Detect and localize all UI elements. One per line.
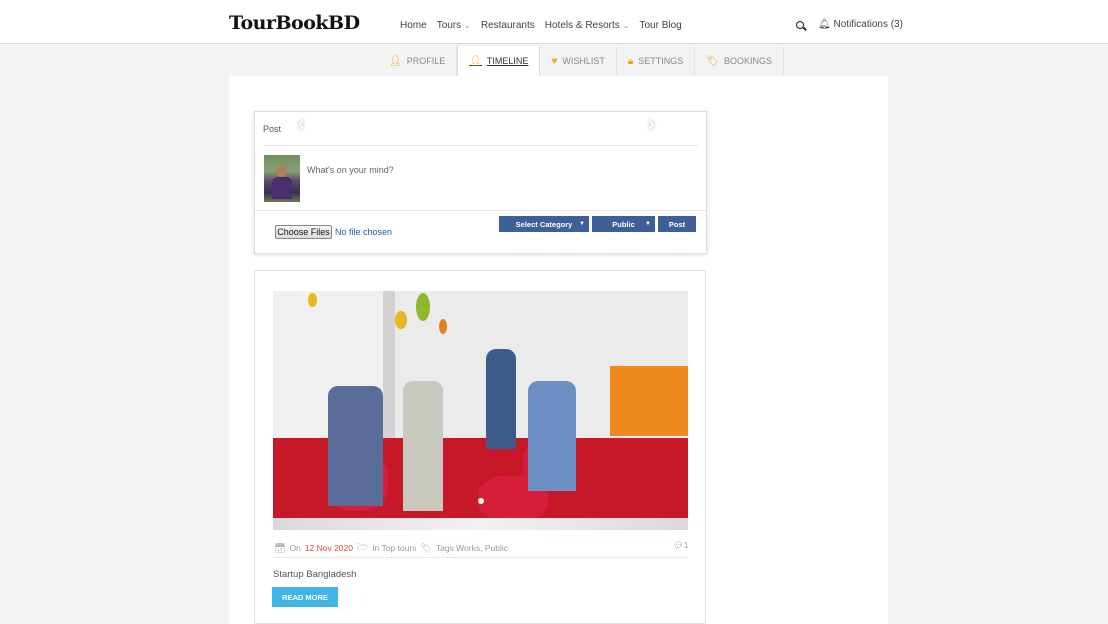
status-input[interactable]: What's on your mind? [307,165,394,175]
image-slider [273,291,688,518]
chevron-down-icon: ⌄ [622,21,630,30]
slider-caption-bar [273,518,688,530]
avatar [264,155,300,202]
post-category[interactable]: In Top tours [372,543,416,553]
tag-icon: 🏷︎ [706,55,719,67]
tab-profile[interactable]: 👤︎ PROFILE [378,46,458,76]
nav-item-restaurants[interactable]: Restaurants [481,20,535,31]
photo-person [328,386,383,506]
post-button[interactable]: Post [658,216,696,232]
dropdown-label: Public [612,219,635,229]
user-icon: 👤︎ [389,55,402,67]
tab-label: TIMELINE [486,56,529,66]
date-prefix: On [289,543,301,553]
nav-label: Restaurants [480,20,535,31]
notifications-label: Notifications (3) [833,19,903,30]
file-status: No file chosen [335,227,393,237]
divider [263,145,698,146]
comment-count[interactable]: 💬︎1 [673,540,689,551]
nav-label: Tour Blog [639,20,682,31]
nav-item-home[interactable]: Home [400,20,427,31]
privacy-dropdown[interactable]: Public ▼ [592,216,655,232]
comment-count-value: 1 [683,540,689,550]
tab-timeline[interactable]: 👤︎ TIMELINE [457,46,541,76]
tab-label: SETTINGS [638,56,684,66]
divider [273,557,688,558]
profile-tabs: 👤︎ PROFILE 👤︎ TIMELINE ♥ WISHLIST 🔒︎ SETTING… [378,46,784,76]
composer-title: Post [263,124,282,134]
main-nav: Home Tours ⌄ Restaurants Hotels & Resorts… [400,20,682,31]
read-more-button[interactable]: READ MORE [272,587,338,607]
photo-decor [395,311,407,329]
post-meta: 📅︎ On 12 Nov 2020 🗁 In Top tours 🏷︎ Tags… [274,540,508,556]
calendar-icon: 📅︎ [274,542,286,553]
tab-label: BOOKINGS [723,56,772,66]
choose-files-button[interactable]: Choose Files [275,225,332,239]
post-date[interactable]: 12 Nov 2020 [305,543,353,553]
photo-sofa [610,366,688,436]
header-actions: 🔔︎ Notifications (3) [796,19,903,30]
nav-label: Hotels & Resorts [544,20,620,31]
lock-icon: 🔒︎ [627,55,634,67]
nav-label: Tours [436,20,462,31]
select-category-dropdown[interactable]: Select Category ▼ [499,216,589,232]
post-composer: Post What's on your mind? Choose Files N… [254,111,707,254]
post-title[interactable]: Startup Bangladesh [273,569,356,580]
nav-item-tour-blog[interactable]: Tour Blog [640,20,682,31]
slider-next-arrow[interactable]: › [648,113,655,136]
photo-decor [308,293,317,307]
heart-icon: ♥ [551,55,558,67]
user-icon: 👤︎ [469,55,482,67]
tag-icon: 🏷︎ [420,542,432,553]
slider-indicator[interactable] [478,498,484,504]
tab-wishlist[interactable]: ♥ WISHLIST [540,46,617,76]
dropdown-label: Select Category [515,219,573,229]
photo-person [486,349,516,449]
nav-item-tours[interactable]: Tours ⌄ [437,20,471,31]
photo-decor [439,319,447,334]
notifications-link[interactable]: 🔔︎ Notifications (3) [818,19,903,30]
divider [255,210,706,211]
photo-decor [416,293,430,321]
tab-label: WISHLIST [562,56,605,66]
site-logo[interactable]: TourBookBD [229,12,360,34]
photo-person [403,381,443,511]
caret-down-icon: ▼ [645,221,651,227]
tab-label: PROFILE [406,56,446,66]
comment-icon: 💬︎ [673,540,684,550]
nav-label: Home [400,20,427,31]
search-icon[interactable] [796,20,804,29]
nav-item-hotels[interactable]: Hotels & Resorts ⌄ [545,20,630,31]
caret-down-icon: ▼ [579,221,585,227]
chevron-down-icon: ⌄ [464,21,471,30]
folder-icon: 🗁 [356,542,369,552]
tab-settings[interactable]: 🔒︎ SETTINGS [616,46,696,76]
slider-prev-arrow[interactable]: ‹ [298,113,305,136]
photo-person [528,381,576,491]
tab-bookings[interactable]: 🏷︎ BOOKINGS [695,46,784,76]
post-tags[interactable]: Tags Works, Public [436,543,508,553]
bell-icon: 🔔︎ [818,19,831,30]
site-header: TourBookBD Home Tours ⌄ Restaurants Hotel… [0,0,1108,44]
